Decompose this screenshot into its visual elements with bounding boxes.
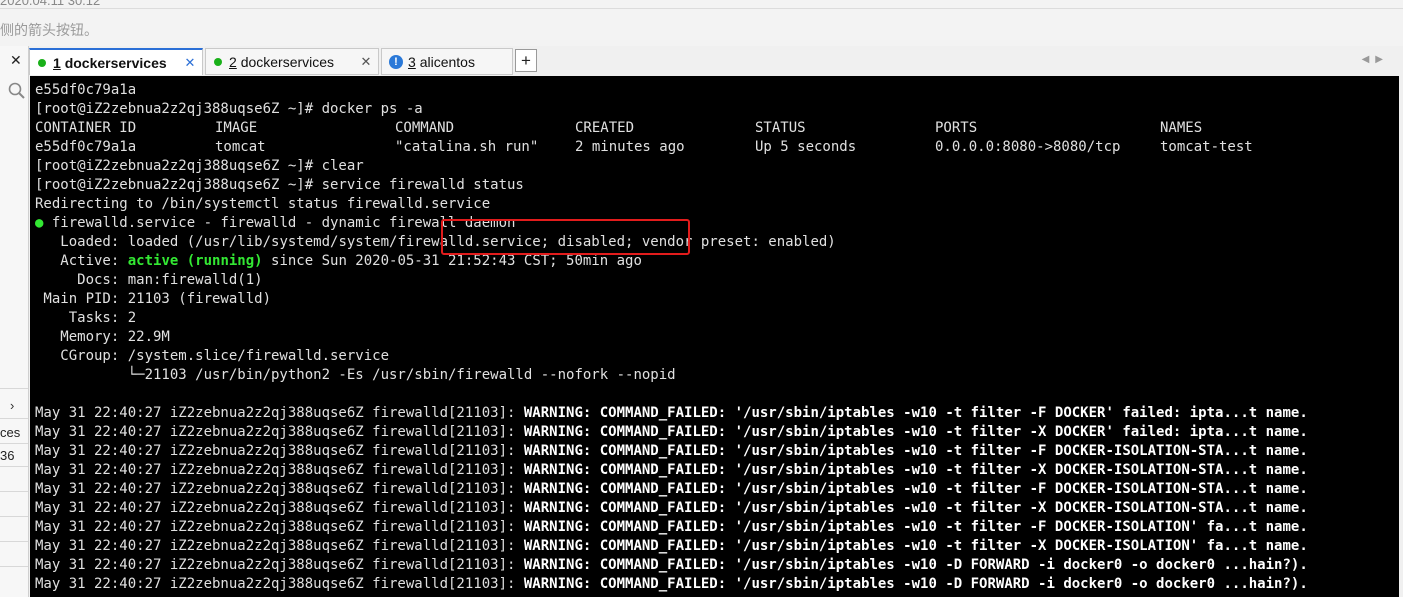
tab-label: 3 alicentos bbox=[408, 53, 475, 70]
close-panel-icon[interactable]: ✕ bbox=[10, 52, 22, 69]
docker-ps-header-cell: PORTS bbox=[935, 120, 978, 136]
tab-session-3[interactable]: ! 3 alicentos bbox=[381, 48, 513, 75]
docker-ps-header: CONTAINER ID bbox=[35, 120, 137, 136]
connected-status-icon bbox=[214, 57, 222, 66]
log-line: May 31 22:40:27 iZ2zebnua2z2qj388uqse6Z … bbox=[35, 424, 1308, 440]
panel-divider bbox=[0, 443, 28, 444]
panel-divider bbox=[0, 541, 28, 542]
tab-scroll-arrows-icon[interactable]: ◀▶ bbox=[1362, 54, 1389, 65]
panel-divider bbox=[0, 466, 28, 467]
close-tab-icon[interactable]: ✕ bbox=[182, 55, 198, 71]
log-line: May 31 22:40:27 iZ2zebnua2z2qj388uqse6Z … bbox=[35, 462, 1308, 478]
terminal-line: Docs: man:firewalld(1) bbox=[35, 272, 263, 288]
session-tabbar: 1 dockerservices ✕ 2 dockerservices ✕ ! … bbox=[29, 46, 1403, 76]
terminal-line: Memory: 22.9M bbox=[35, 329, 170, 345]
docker-ps-header-cell: NAMES bbox=[1160, 120, 1203, 136]
close-tab-icon[interactable]: ✕ bbox=[358, 54, 374, 70]
top-divider bbox=[0, 8, 1403, 9]
docker-ps-row-cell: "catalina.sh run" bbox=[395, 139, 539, 155]
connected-status-icon bbox=[38, 58, 46, 67]
top-strip: 2020.04.11 30.12 侧的箭头按钮。 bbox=[0, 0, 1403, 46]
tab-label: 2 dockerservices bbox=[229, 53, 335, 70]
docker-ps-row-cell: Up 5 seconds bbox=[755, 139, 857, 155]
terminal-line: Tasks: 2 bbox=[35, 310, 137, 326]
terminal-output[interactable]: e55df0c79a1a [root@iZ2zebnua2z2qj388uqse… bbox=[30, 76, 1399, 597]
log-line: May 31 22:40:27 iZ2zebnua2z2qj388uqse6Z … bbox=[35, 557, 1308, 573]
left-panel: ✕ › ces 36 bbox=[0, 46, 29, 597]
docker-ps-row-cell: e55df0c79a1a bbox=[35, 139, 137, 155]
docker-ps-header-cell: CREATED bbox=[575, 120, 635, 136]
panel-divider bbox=[0, 388, 28, 389]
panel-cell: 36 bbox=[0, 448, 15, 463]
terminal-line: [root@iZ2zebnua2z2qj388uqse6Z ~]# docker… bbox=[35, 101, 423, 117]
warning-icon: ! bbox=[389, 54, 403, 69]
log-line: May 31 22:40:27 iZ2zebnua2z2qj388uqse6Z … bbox=[35, 405, 1308, 421]
log-line: May 31 22:40:27 iZ2zebnua2z2qj388uqse6Z … bbox=[35, 538, 1308, 554]
panel-divider bbox=[0, 566, 28, 567]
terminal-line: Main PID: 21103 (firewalld) bbox=[35, 291, 272, 307]
terminal-line: e55df0c79a1a bbox=[35, 82, 137, 98]
terminal-line: └─21103 /usr/bin/python2 -Es /usr/sbin/f… bbox=[35, 367, 676, 383]
terminal-line: Redirecting to /bin/systemctl status fir… bbox=[35, 196, 491, 212]
log-line: May 31 22:40:27 iZ2zebnua2z2qj388uqse6Z … bbox=[35, 519, 1308, 535]
docker-ps-header-cell: IMAGE bbox=[215, 120, 258, 136]
log-line: May 31 22:40:27 iZ2zebnua2z2qj388uqse6Z … bbox=[35, 443, 1308, 459]
panel-divider bbox=[0, 418, 28, 419]
docker-ps-row-cell: tomcat bbox=[215, 139, 266, 155]
panel-divider bbox=[0, 516, 28, 517]
panel-cell: ces bbox=[0, 425, 21, 440]
docker-ps-header-cell: COMMAND bbox=[395, 120, 455, 136]
add-tab-button[interactable]: + bbox=[515, 49, 537, 72]
terminal-line: CGroup: /system.slice/firewalld.service bbox=[35, 348, 390, 364]
tab-session-1[interactable]: 1 dockerservices ✕ bbox=[29, 48, 203, 75]
log-line: May 31 22:40:27 iZ2zebnua2z2qj388uqse6Z … bbox=[35, 500, 1308, 516]
tab-session-2[interactable]: 2 dockerservices ✕ bbox=[205, 48, 379, 75]
terminal-line: Loaded: loaded (/usr/lib/systemd/system/… bbox=[35, 234, 836, 250]
panel-divider bbox=[0, 491, 28, 492]
log-line: May 31 22:40:27 iZ2zebnua2z2qj388uqse6Z … bbox=[35, 576, 1308, 592]
docker-ps-row-cell: 0.0.0.0:8080->8080/tcp bbox=[935, 139, 1121, 155]
active-state: active (running) bbox=[119, 253, 263, 269]
top-crumb: 2020.04.11 30.12 bbox=[0, 0, 101, 8]
hint-text: 侧的箭头按钮。 bbox=[0, 22, 98, 38]
highlight-box bbox=[441, 219, 690, 255]
expand-icon[interactable]: › bbox=[10, 398, 14, 413]
docker-ps-header-cell: STATUS bbox=[755, 120, 806, 136]
docker-ps-row-cell: 2 minutes ago bbox=[575, 139, 685, 155]
log-line: May 31 22:40:27 iZ2zebnua2z2qj388uqse6Z … bbox=[35, 481, 1308, 497]
docker-ps-row-cell: tomcat-test bbox=[1160, 139, 1253, 155]
search-icon[interactable] bbox=[7, 81, 27, 101]
tab-label: 1 dockerservices bbox=[53, 54, 167, 71]
terminal-line: [root@iZ2zebnua2z2qj388uqse6Z ~]# clear bbox=[35, 158, 364, 174]
terminal-line: [root@iZ2zebnua2z2qj388uqse6Z ~]# servic… bbox=[35, 177, 524, 193]
